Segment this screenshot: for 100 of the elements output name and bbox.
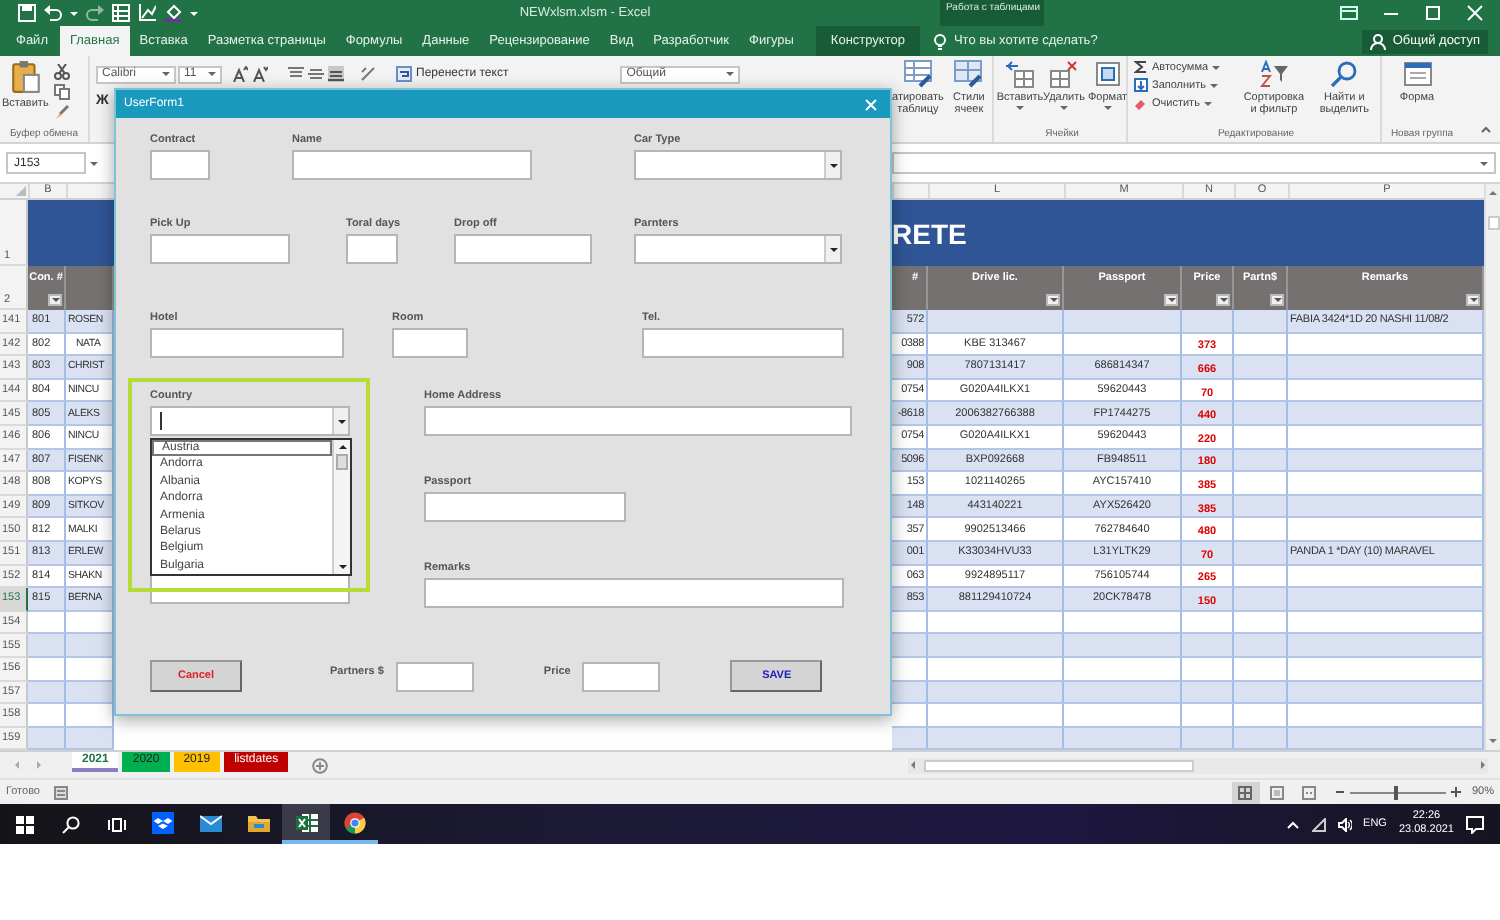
table-cell	[928, 681, 1064, 705]
table-cell	[1182, 634, 1234, 658]
table-icon[interactable]	[112, 4, 130, 22]
zoom-slider-thumb[interactable]	[1394, 785, 1399, 799]
caret-icon	[208, 70, 216, 78]
dropdown-button[interactable]	[824, 236, 840, 262]
chart-icon[interactable]	[138, 4, 156, 22]
scroll-left-icon[interactable]	[908, 760, 918, 770]
brush-icon[interactable]	[54, 104, 71, 120]
caret-icon	[829, 161, 837, 169]
align-bottom-icon[interactable]	[328, 66, 344, 82]
package-icon	[151, 811, 173, 833]
eraser-icon	[1134, 96, 1148, 110]
close-icon[interactable]	[1466, 4, 1484, 22]
input-field[interactable]	[424, 406, 852, 436]
spreadsheet-icon	[295, 811, 317, 833]
table-cell	[28, 727, 66, 751]
collapse-ribbon-icon[interactable]	[1480, 124, 1492, 136]
scroll-thumb[interactable]	[1487, 216, 1499, 230]
filter-button[interactable]	[48, 294, 62, 306]
undo-icon[interactable]	[44, 4, 62, 22]
filter-button[interactable]	[1466, 294, 1480, 306]
folder-icon	[247, 811, 269, 833]
normal-view-button[interactable]	[1231, 781, 1260, 803]
input-field[interactable]	[150, 328, 344, 358]
page-break-icon	[1302, 785, 1317, 799]
table-cell	[1234, 634, 1288, 658]
caret-icon	[1273, 296, 1281, 304]
list-scrollbar[interactable]	[332, 440, 350, 574]
caret-icon[interactable]	[90, 159, 98, 167]
filter-button[interactable]	[1046, 294, 1060, 306]
input-field[interactable]	[395, 661, 474, 691]
volume-icon[interactable]	[1337, 817, 1352, 831]
caret-icon	[1203, 99, 1212, 107]
maximize-icon[interactable]	[1424, 4, 1442, 22]
filter-button[interactable]	[1164, 294, 1178, 306]
scroll-thumb[interactable]	[336, 454, 348, 470]
horizontal-scrollbar[interactable]	[908, 757, 1488, 773]
dropdown-button[interactable]	[824, 152, 840, 178]
windows-start-icon[interactable]	[16, 815, 34, 833]
vertical-scrollbar[interactable]	[1484, 184, 1500, 750]
table-cell	[1234, 495, 1288, 519]
save-icon[interactable]	[18, 4, 36, 22]
table-cell	[1064, 727, 1182, 751]
input-field[interactable]	[346, 234, 398, 264]
input-field[interactable]	[150, 150, 210, 180]
table-cell	[1064, 634, 1182, 658]
caret-icon[interactable]	[1480, 159, 1488, 167]
close-icon[interactable]	[864, 97, 878, 111]
scroll-thumb[interactable]	[924, 759, 1194, 771]
table-cell	[928, 634, 1064, 658]
page-icon	[1270, 785, 1285, 799]
ribbon-display-icon[interactable]	[1340, 4, 1358, 22]
input-field[interactable]	[582, 661, 661, 691]
input-field[interactable]	[150, 234, 290, 264]
input-field[interactable]	[642, 328, 844, 358]
table-cell	[892, 634, 928, 658]
table-cell	[66, 681, 114, 705]
input-field[interactable]	[424, 578, 844, 608]
align-middle-icon[interactable]	[308, 66, 324, 82]
text-orientation-icon[interactable]	[360, 66, 376, 82]
shrink-font-icon[interactable]	[252, 66, 268, 82]
table-cell	[1234, 356, 1288, 380]
caret-icon	[726, 70, 735, 78]
align-top-icon[interactable]	[288, 66, 304, 82]
scissors-icon[interactable]	[54, 64, 71, 80]
task-view-icon[interactable]	[108, 815, 126, 833]
grow-font-icon[interactable]	[232, 66, 248, 82]
redo-icon[interactable]	[86, 4, 104, 22]
zoom-out-icon[interactable]	[1333, 786, 1346, 798]
lightbulb-icon	[931, 33, 948, 49]
fill-color-icon[interactable]	[164, 4, 182, 22]
search-icon[interactable]	[62, 815, 80, 833]
filter-button[interactable]	[1216, 294, 1230, 306]
scroll-up-icon[interactable]	[337, 442, 347, 452]
copy-icon[interactable]	[54, 84, 71, 100]
input-field[interactable]	[424, 492, 626, 522]
caret-icon[interactable]	[190, 9, 198, 17]
add-sheet-icon[interactable]	[312, 757, 329, 773]
table-cell	[1234, 681, 1288, 705]
input-field[interactable]	[454, 234, 592, 264]
grid-icon	[1238, 785, 1253, 799]
zoom-in-icon[interactable]	[1449, 786, 1462, 798]
table-cell	[1182, 681, 1234, 705]
scroll-right-icon[interactable]	[1478, 760, 1488, 770]
dropdown-button[interactable]	[332, 408, 348, 434]
filter-button[interactable]	[1270, 294, 1284, 306]
input-field[interactable]	[292, 150, 532, 180]
input-field[interactable]	[392, 328, 468, 358]
caret-icon	[1212, 63, 1221, 71]
chevron-up-icon[interactable]	[1285, 817, 1300, 831]
formula-field[interactable]	[892, 152, 1496, 174]
caret-icon[interactable]	[70, 9, 78, 17]
caret-icon	[162, 70, 170, 78]
caret-icon	[1219, 296, 1227, 304]
macro-record-icon[interactable]	[53, 785, 68, 799]
notification-icon[interactable]	[1466, 815, 1484, 833]
network-icon[interactable]	[1311, 817, 1326, 831]
table-cell	[1234, 727, 1288, 751]
taskbar-app[interactable]	[282, 804, 330, 844]
